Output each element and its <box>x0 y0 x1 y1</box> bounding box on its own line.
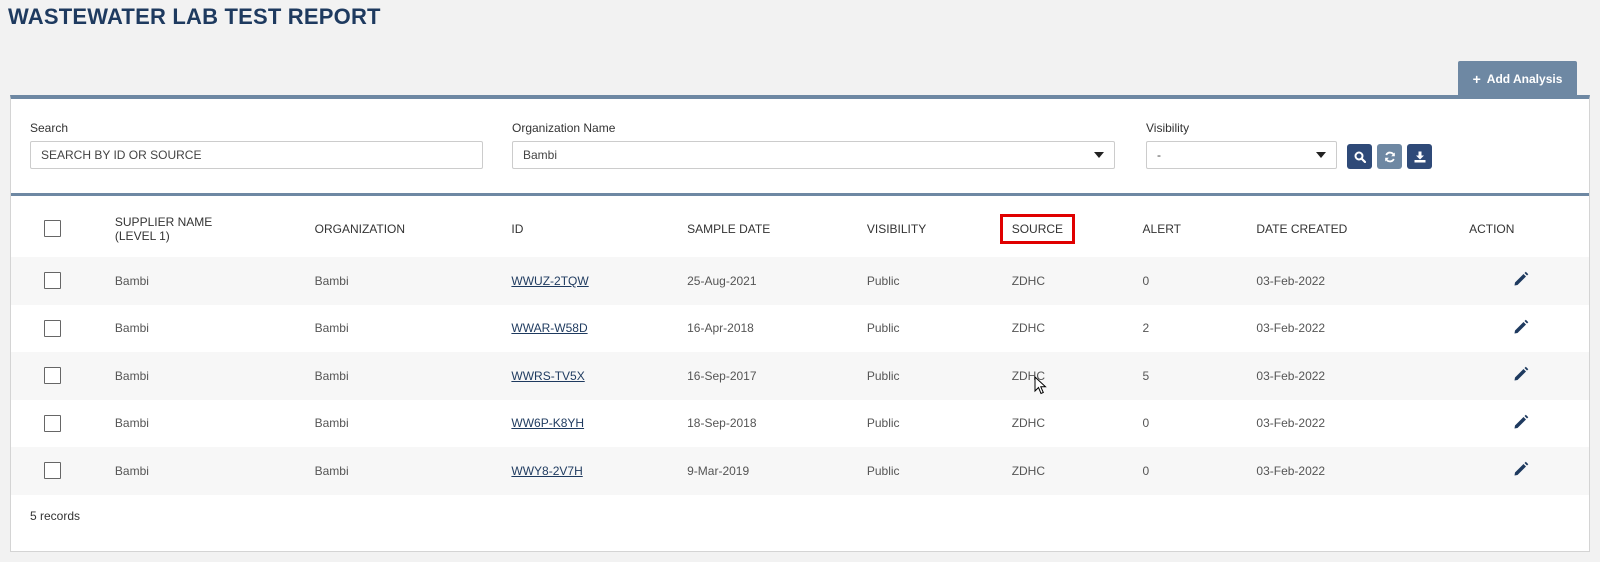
add-analysis-button[interactable]: + Add Analysis <box>1458 61 1577 97</box>
cell-date-created: 03-Feb-2022 <box>1256 273 1326 288</box>
row-checkbox[interactable] <box>44 367 61 385</box>
row-checkbox[interactable] <box>44 414 61 432</box>
column-header-date-created[interactable]: DATE CREATED <box>1256 200 1469 257</box>
record-id-link[interactable]: WWY8-2V7H <box>511 464 582 478</box>
column-header-visibility[interactable]: VISIBILITY <box>867 200 1012 257</box>
cell-sample-date: 16-Apr-2018 <box>687 321 754 336</box>
visibility-select[interactable]: - <box>1146 141 1337 169</box>
row-checkbox[interactable] <box>44 462 61 480</box>
search-button[interactable] <box>1347 144 1372 169</box>
cell-organization: Bambi <box>314 321 349 336</box>
cell-supplier: Bambi <box>114 321 149 336</box>
organization-label: Organization Name <box>512 121 616 135</box>
organization-value: Bambi <box>523 148 558 162</box>
column-header-action: ACTION <box>1469 221 1515 236</box>
cell-organization: Bambi <box>314 416 349 431</box>
mouse-cursor-icon <box>1034 376 1047 395</box>
cell-source: ZDHC <box>1011 321 1046 336</box>
search-icon <box>1354 151 1366 163</box>
supplier-level-label: (LEVEL 1) <box>114 228 170 243</box>
download-icon <box>1414 151 1425 162</box>
cell-sample-date: 18-Sep-2018 <box>687 416 757 431</box>
cell-date-created: 03-Feb-2022 <box>1256 368 1326 383</box>
record-id-link[interactable]: WWRS-TV5X <box>511 369 584 383</box>
organization-select[interactable]: Bambi <box>512 141 1115 169</box>
table-header-row: SUPPLIER NAME (LEVEL 1) ORGANIZATION ID … <box>11 200 1589 257</box>
records-count: 5 records <box>30 509 81 523</box>
visibility-label: Visibility <box>1146 121 1190 135</box>
pencil-icon[interactable] <box>1512 413 1530 434</box>
cell-alert: 0 <box>1142 273 1150 288</box>
plus-icon: + <box>1472 71 1481 87</box>
table-row: Bambi Bambi WWY8-2V7H 9-Mar-2019 Public ZDHC 0… <box>11 447 1589 495</box>
add-analysis-label: Add Analysis <box>1486 72 1563 86</box>
column-header-supplier[interactable]: SUPPLIER NAME (LEVEL 1) <box>115 200 315 257</box>
chevron-down-icon <box>1094 152 1104 158</box>
cell-visibility: Public <box>866 368 900 383</box>
download-button[interactable] <box>1407 144 1432 169</box>
table-row: Bambi Bambi WW6P-K8YH 18-Sep-2018 Public ZDHC… <box>11 400 1589 448</box>
table-row: Bambi Bambi WWRS-TV5X 16-Sep-2017 Public ZDHC… <box>11 352 1589 400</box>
cell-supplier: Bambi <box>114 368 149 383</box>
report-table: SUPPLIER NAME (LEVEL 1) ORGANIZATION ID … <box>11 200 1589 495</box>
column-header-id[interactable]: ID <box>511 200 687 257</box>
cell-source: ZDHC <box>1011 273 1046 288</box>
cell-date-created: 03-Feb-2022 <box>1256 416 1326 431</box>
column-header-organization[interactable]: ORGANIZATION <box>315 200 512 257</box>
record-id-link[interactable]: WW6P-K8YH <box>511 416 584 430</box>
row-checkbox[interactable] <box>44 272 61 290</box>
cell-alert: 0 <box>1142 416 1150 431</box>
record-id-link[interactable]: WWUZ-2TQW <box>511 274 588 288</box>
cell-organization: Bambi <box>314 463 349 478</box>
cell-date-created: 03-Feb-2022 <box>1256 321 1326 336</box>
report-panel: Search SEARCH BY ID OR SOURCE Organizati… <box>10 95 1590 552</box>
table-row: Bambi Bambi WWAR-W58D 16-Apr-2018 Public ZDHC… <box>11 305 1589 353</box>
table-body: Bambi Bambi WWUZ-2TQW 25-Aug-2021 Public ZDHC… <box>11 257 1589 495</box>
search-label: Search <box>30 121 69 135</box>
source-header-highlight: SOURCE <box>999 213 1076 244</box>
supplier-header-label: SUPPLIER NAME <box>114 214 213 229</box>
column-header-sample-date[interactable]: SAMPLE DATE <box>687 200 867 257</box>
cell-supplier: Bambi <box>114 273 149 288</box>
search-placeholder: SEARCH BY ID OR SOURCE <box>41 148 202 162</box>
record-id-link[interactable]: WWAR-W58D <box>511 321 587 335</box>
cell-organization: Bambi <box>314 273 349 288</box>
cell-supplier: Bambi <box>114 463 149 478</box>
cell-date-created: 03-Feb-2022 <box>1256 463 1326 478</box>
pencil-icon[interactable] <box>1512 318 1530 339</box>
cell-sample-date: 16-Sep-2017 <box>687 368 757 383</box>
cell-alert: 2 <box>1142 321 1150 336</box>
search-input[interactable]: SEARCH BY ID OR SOURCE <box>30 141 483 169</box>
pencil-icon[interactable] <box>1512 365 1530 386</box>
cell-visibility: Public <box>866 416 900 431</box>
section-divider <box>11 193 1589 196</box>
refresh-icon <box>1384 151 1395 162</box>
cell-organization: Bambi <box>314 368 349 383</box>
table-row: Bambi Bambi WWUZ-2TQW 25-Aug-2021 Public ZDHC… <box>11 257 1589 305</box>
cell-sample-date: 25-Aug-2021 <box>687 273 757 288</box>
cell-alert: 5 <box>1142 368 1150 383</box>
refresh-button[interactable] <box>1377 144 1402 169</box>
cell-visibility: Public <box>866 321 900 336</box>
page-title: WASTEWATER LAB TEST REPORT <box>8 4 381 29</box>
cell-source: ZDHC <box>1011 416 1046 431</box>
row-checkbox[interactable] <box>44 319 61 337</box>
pencil-icon[interactable] <box>1512 270 1530 291</box>
cell-source: ZDHC <box>1011 463 1046 478</box>
select-all-checkbox[interactable] <box>44 220 61 237</box>
cell-alert: 0 <box>1142 463 1150 478</box>
cell-sample-date: 9-Mar-2019 <box>687 463 750 478</box>
cell-visibility: Public <box>866 463 900 478</box>
filter-bar: Search SEARCH BY ID OR SOURCE Organizati… <box>11 99 1589 197</box>
chevron-down-icon <box>1316 152 1326 158</box>
visibility-value: - <box>1157 148 1161 162</box>
cell-visibility: Public <box>866 273 900 288</box>
column-header-alert[interactable]: ALERT <box>1143 200 1257 257</box>
cell-supplier: Bambi <box>114 416 149 431</box>
pencil-icon[interactable] <box>1512 460 1530 481</box>
column-header-source[interactable]: SOURCE <box>999 200 1143 257</box>
